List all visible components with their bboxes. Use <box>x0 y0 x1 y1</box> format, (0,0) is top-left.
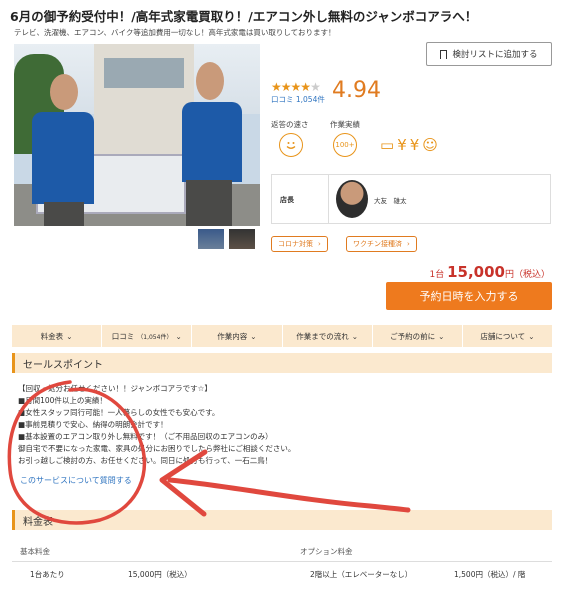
tag-corona-label: コロナ対策 <box>278 240 313 248</box>
staff-role-label: 店長 <box>280 196 294 204</box>
star-icon: ★ <box>271 80 282 94</box>
price-table-heading: 料金表 <box>12 510 552 530</box>
star-icon: ★ <box>290 80 302 94</box>
selling-line: ■女性スタッフ同行可能！一人暮らしの女性でも安心です。 <box>18 408 220 417</box>
photo-thumbnail-2[interactable] <box>229 229 255 249</box>
tab-reviews[interactable]: 口コミ （1,054件） ⌄ <box>102 325 193 347</box>
basic-fee-header: 基本料金 <box>20 547 50 556</box>
selling-points-text: 【回収・処分お任せください！！ジャンボコアラです☆】 ■月間100件以上の実績！… <box>18 383 295 467</box>
selling-line: ■基本設置のエアコン取り外し無料です！（ご不用品回収のエアコンのみ） <box>18 432 273 441</box>
rating-score: 4.94 <box>332 78 381 103</box>
yen-transfer-icon: ¥ <box>397 136 407 154</box>
chevron-down-icon: ⌄ <box>528 331 535 341</box>
page-subtitle: テレビ、洗濯機、エアコン、バイク等追加費用一切なし！高年式家電は買い取りしており… <box>14 28 336 37</box>
response-speed-label: 返答の速さ <box>271 120 309 129</box>
tab-work-label: 作業内容 <box>217 331 248 341</box>
yen-cash-icon: ¥ <box>409 136 420 154</box>
tag-vaccine-label: ワクチン接種済 <box>353 240 402 248</box>
tab-reviews-count: （1,054件） <box>137 333 173 341</box>
rating-stars: ★★★★★ <box>271 80 321 94</box>
staff-avatar <box>336 180 368 218</box>
reserve-button[interactable]: 予約日時を入力する <box>386 282 552 310</box>
tab-work[interactable]: 作業内容 ⌄ <box>192 325 283 347</box>
tab-store-label: 店舗について <box>480 331 526 341</box>
chevron-down-icon: ⌄ <box>250 331 257 341</box>
smile-icon <box>279 133 303 157</box>
tab-store[interactable]: 店舗について ⌄ <box>463 325 552 347</box>
chevron-down-icon: ⌄ <box>351 331 358 341</box>
tab-price[interactable]: 料金表 ⌄ <box>12 325 103 347</box>
section-tabs: 料金表 ⌄ 口コミ （1,054件） ⌄ 作業内容 ⌄ 作業までの流れ ⌄ ご予約の前に ⌄… <box>12 325 552 347</box>
option-item: 2階以上（エレベーターなし） <box>310 570 413 579</box>
chevron-right-icon: › <box>318 240 321 248</box>
tag-vaccine[interactable]: ワクチン接種済 › <box>346 236 417 252</box>
work-record-label: 作業実績 <box>330 120 360 129</box>
price-prefix: 1台 <box>429 270 445 280</box>
selling-line: 御自宅で不要になった家電、家具の処分にお困りでしたら弊社にご相談ください。 <box>18 444 296 453</box>
credit-card-icon: ▭ <box>380 136 395 154</box>
page-title: 6月の御予約受付中！/高年式家電買取り！/エアコン外し無料のジャンボコアラへ！ <box>10 9 478 24</box>
tab-before-label: ご予約の前に <box>390 331 436 341</box>
basic-item: 1台あたり <box>30 570 65 579</box>
staff-name: 大友 雄太 <box>374 197 407 205</box>
basic-price: 15,000円（税込） <box>128 570 192 579</box>
option-fee-header: オプション料金 <box>300 547 353 556</box>
staff-card: 店長 大友 雄太 <box>271 174 551 224</box>
ask-question-link[interactable]: このサービスについて質問する <box>20 475 132 486</box>
selling-line: 【回収・処分お任せください！！ジャンボコアラです☆】 <box>18 384 212 393</box>
star-icon: ★ <box>310 80 321 94</box>
option-price: 1,500円（税込）/ 階 <box>454 570 526 579</box>
selling-line: お引っ越しご検討の方、お任せください。同日に処分も行って、一石二鳥！ <box>18 456 273 465</box>
chevron-down-icon: ⌄ <box>438 331 445 341</box>
group-icon: ☺ <box>422 136 438 154</box>
arrow-shaft-annotation <box>167 477 411 513</box>
star-icon: ★ <box>280 80 292 94</box>
record-badge-icon: 100+ <box>333 133 357 157</box>
photo-thumbnail-1[interactable] <box>198 229 224 249</box>
tab-flow-label: 作業までの流れ <box>296 331 349 341</box>
star-icon: ★ <box>300 80 311 94</box>
chevron-down-icon: ⌄ <box>175 331 182 341</box>
add-to-list-button[interactable]: 検討リストに追加する <box>426 42 552 66</box>
tab-flow[interactable]: 作業までの流れ ⌄ <box>283 325 373 347</box>
review-count-link[interactable]: 口コミ 1,054件 <box>271 94 325 105</box>
bookmark-icon <box>440 49 448 59</box>
selling-line: ■月間100件以上の実績！ <box>18 396 107 405</box>
divider <box>12 561 552 562</box>
price: 1台 15,000円（税込） <box>429 263 550 281</box>
chevron-right-icon: › <box>407 240 410 248</box>
main-photo[interactable] <box>14 44 260 226</box>
chevron-down-icon: ⌄ <box>66 331 73 341</box>
price-suffix: 円（税込） <box>504 270 550 280</box>
tab-before[interactable]: ご予約の前に ⌄ <box>373 325 463 347</box>
tab-reviews-label: 口コミ <box>111 331 135 341</box>
tag-corona[interactable]: コロナ対策 › <box>271 236 328 252</box>
price-amount: 15,000 <box>447 263 505 281</box>
add-to-list-label: 検討リストに追加する <box>452 50 538 60</box>
payment-methods: ▭ ¥ ¥ ☺ <box>380 133 438 157</box>
selling-points-heading: セールスポイント <box>12 353 552 373</box>
selling-line: ■事前見積りで安心、納得の明朗会計です！ <box>18 420 168 429</box>
tab-price-label: 料金表 <box>40 331 64 341</box>
